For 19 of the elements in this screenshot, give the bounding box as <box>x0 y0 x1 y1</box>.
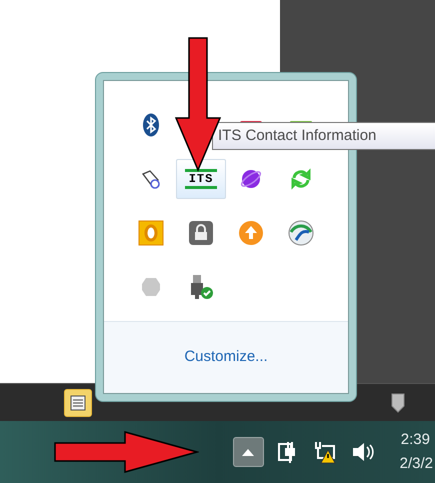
tooltip: ITS Contact Information <box>212 122 435 150</box>
outlook-icon <box>138 220 164 246</box>
power-plug-icon[interactable] <box>278 440 298 464</box>
show-hidden-icons-button[interactable] <box>232 437 264 467</box>
usb-plug-icon <box>188 274 214 300</box>
list-view-button[interactable] <box>64 388 92 416</box>
bluetooth-icon <box>142 113 160 137</box>
tray-icon-button[interactable]: ITS <box>176 159 226 199</box>
sync-icon <box>290 168 312 190</box>
list-icon <box>70 394 86 410</box>
clock-date[interactable]: 2/3/2 <box>400 452 433 476</box>
customize-link[interactable]: Customize... <box>184 346 268 369</box>
update-icon <box>238 220 264 246</box>
volume-icon[interactable] <box>352 442 374 462</box>
clock-time[interactable]: 2:39 <box>400 428 433 452</box>
lock-icon <box>188 220 214 246</box>
slider-thumb-icon[interactable] <box>391 392 405 412</box>
caret-icon <box>242 448 254 456</box>
device-icon <box>140 168 162 190</box>
